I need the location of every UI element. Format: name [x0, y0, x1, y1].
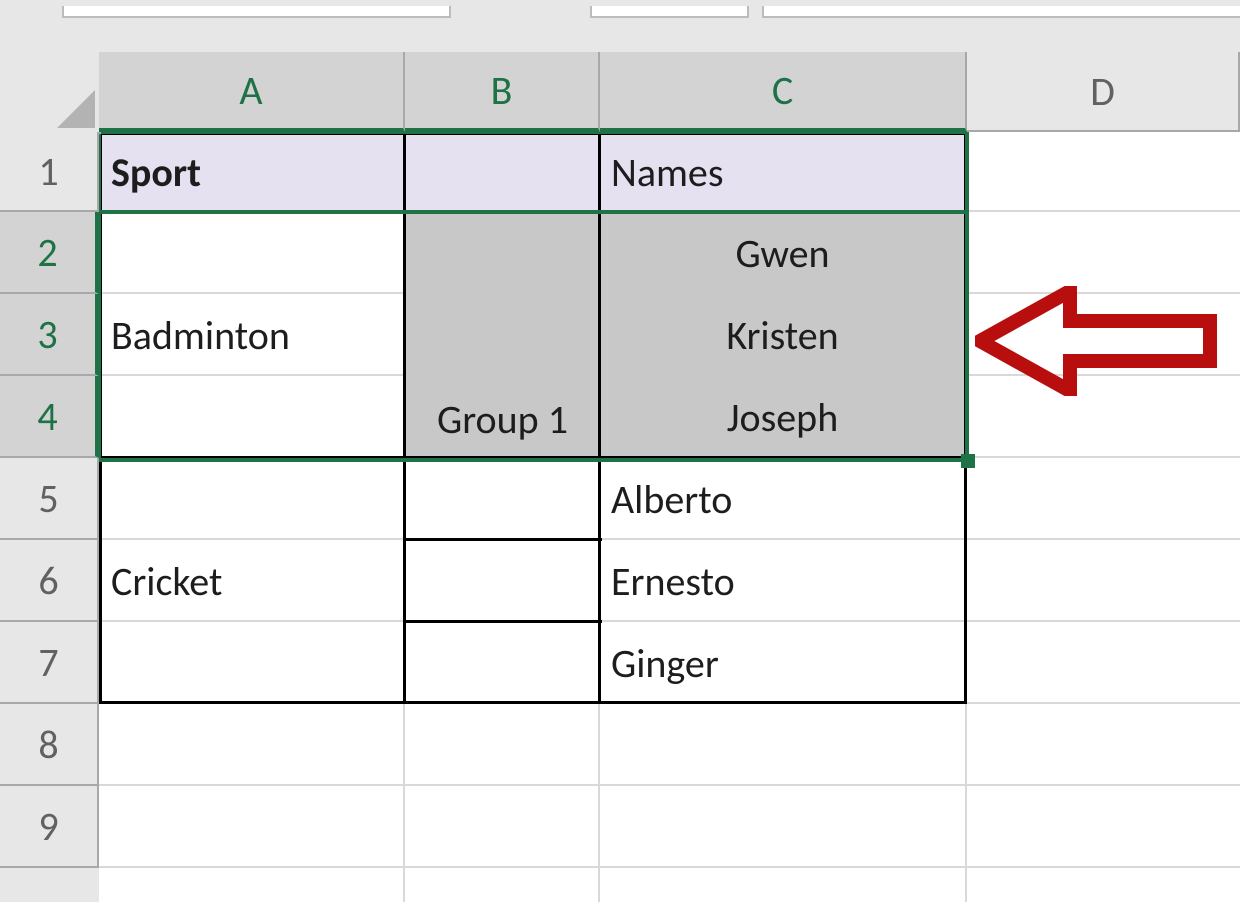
cell-A2-A4-merged[interactable]: Badminton	[99, 212, 405, 458]
row-header-6[interactable]: 6	[0, 540, 99, 622]
cells-background[interactable]: Sport Names Badminton Group 1 Gwen Krist…	[99, 132, 1240, 902]
column-header-D[interactable]: D	[967, 52, 1240, 132]
column-header-C[interactable]: C	[600, 52, 967, 132]
column-header-A[interactable]: A	[99, 52, 405, 132]
cell-C3[interactable]: Kristen	[599, 294, 966, 376]
formula-bar-fragment	[762, 6, 1240, 18]
cell-B5[interactable]	[405, 458, 600, 540]
row-header-4[interactable]: 4	[0, 376, 99, 458]
cell-A5-A7-merged[interactable]: Cricket	[99, 458, 405, 704]
formula-bar-fragment	[62, 6, 451, 18]
cell-C7[interactable]: Ginger	[599, 622, 966, 704]
cell-A1[interactable]: Sport	[99, 132, 405, 212]
formula-bar-fragment	[590, 6, 749, 18]
column-header-B[interactable]: B	[405, 52, 600, 132]
row-header-1[interactable]: 1	[0, 132, 99, 212]
cell-B7[interactable]	[405, 622, 600, 704]
cell-C2[interactable]: Gwen	[599, 212, 966, 294]
select-all-corner[interactable]	[0, 52, 101, 134]
cell-B6[interactable]	[405, 540, 600, 622]
cell-C4[interactable]: Joseph	[599, 376, 966, 458]
row-header-3[interactable]: 3	[0, 294, 99, 376]
cell-B2-B4-merged[interactable]: Group 1	[405, 212, 600, 458]
cell-C5[interactable]: Alberto	[599, 458, 966, 540]
row-header-5[interactable]: 5	[0, 458, 99, 540]
cell-C6[interactable]: Ernesto	[599, 540, 966, 622]
row-header-9[interactable]: 9	[0, 786, 99, 868]
row-header-2[interactable]: 2	[0, 212, 99, 294]
row-header-7[interactable]: 7	[0, 622, 99, 704]
cell-C1[interactable]: Names	[599, 132, 966, 212]
row-header-8[interactable]: 8	[0, 704, 99, 786]
